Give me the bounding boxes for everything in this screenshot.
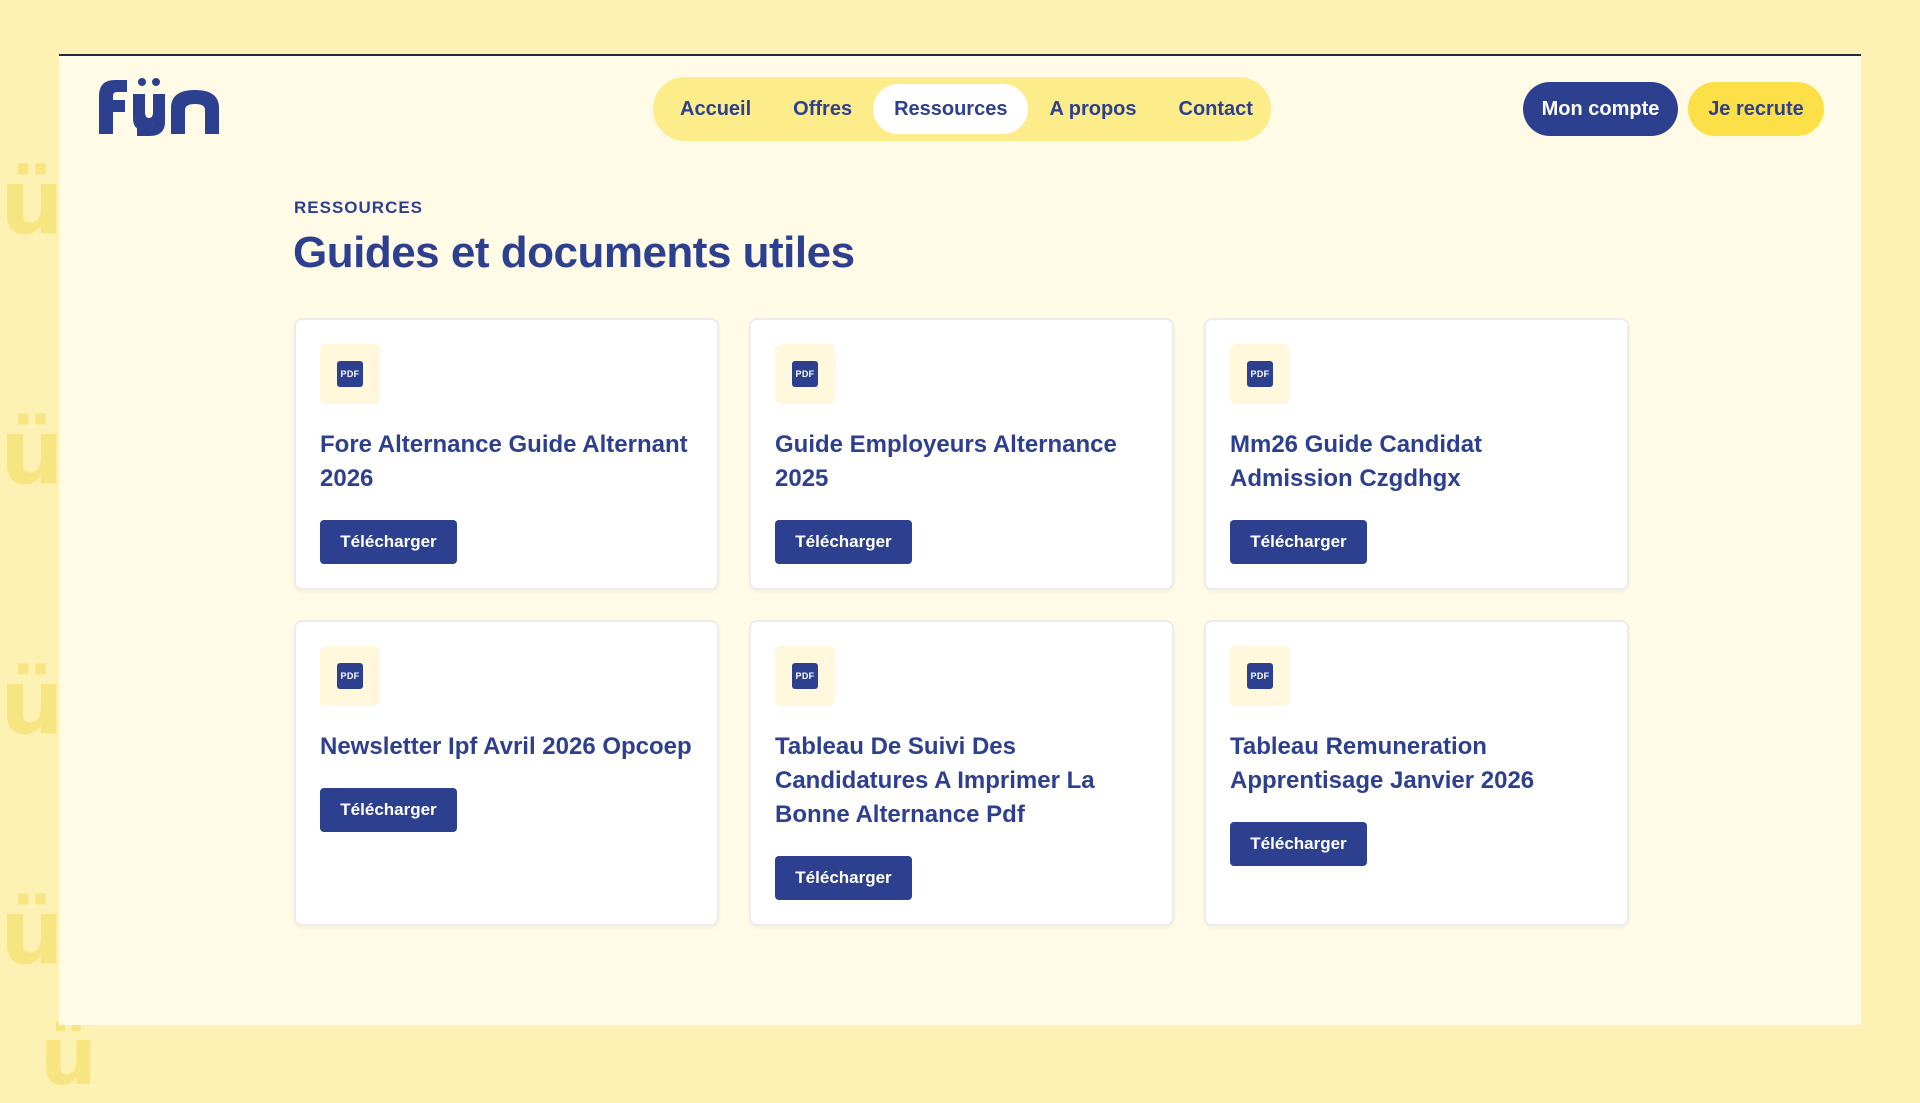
- resource-card: PDF Tableau De Suivi Des Candidatures A …: [749, 620, 1174, 926]
- resource-card: PDF Guide Employeurs Alternance 2025 Tél…: [749, 318, 1174, 590]
- resource-title: Tableau De Suivi Des Candidatures A Impr…: [775, 733, 1095, 828]
- nav-item-a-propos[interactable]: A propos: [1028, 84, 1157, 134]
- main-nav: Accueil Offres Ressources A propos Conta…: [653, 77, 1271, 141]
- resource-title: Tableau Remuneration Apprentisage Janvie…: [1230, 733, 1535, 794]
- my-account-button[interactable]: Mon compte: [1523, 82, 1678, 136]
- pdf-icon-container: PDF: [320, 646, 380, 706]
- recruit-button[interactable]: Je recrute: [1688, 82, 1824, 136]
- background-decoration: ü: [0, 650, 65, 755]
- nav-item-contact[interactable]: Contact: [1158, 84, 1274, 134]
- pdf-icon: PDF: [1247, 361, 1273, 387]
- pdf-icon: PDF: [792, 361, 818, 387]
- pdf-icon: PDF: [337, 663, 363, 689]
- page-frame: Accueil Offres Ressources A propos Conta…: [59, 54, 1861, 1025]
- resource-title: Guide Employeurs Alternance 2025: [775, 431, 1117, 492]
- download-button[interactable]: Télécharger: [775, 520, 912, 564]
- download-button[interactable]: Télécharger: [320, 520, 457, 564]
- pdf-icon-container: PDF: [775, 344, 835, 404]
- pdf-icon-container: PDF: [320, 344, 380, 404]
- pdf-icon-container: PDF: [1230, 344, 1290, 404]
- pdf-icon-container: PDF: [775, 646, 835, 706]
- pdf-icon: PDF: [792, 663, 818, 689]
- fyn-logo[interactable]: [97, 74, 229, 136]
- pdf-icon-container: PDF: [1230, 646, 1290, 706]
- resource-grid: PDF Fore Alternance Guide Alternant 2026…: [294, 318, 1630, 926]
- nav-item-accueil[interactable]: Accueil: [659, 84, 772, 134]
- resource-title: Fore Alternance Guide Alternant 2026: [320, 431, 688, 492]
- nav-item-offres[interactable]: Offres: [772, 84, 873, 134]
- pdf-icon: PDF: [337, 361, 363, 387]
- fyn-logo-icon: [99, 78, 219, 136]
- pdf-icon: PDF: [1247, 663, 1273, 689]
- download-button[interactable]: Télécharger: [320, 788, 457, 832]
- download-button[interactable]: Télécharger: [775, 856, 912, 900]
- section-eyebrow: RESSOURCES: [294, 198, 424, 217]
- nav-item-ressources[interactable]: Ressources: [873, 84, 1029, 134]
- download-button[interactable]: Télécharger: [1230, 822, 1367, 866]
- background-decoration: ü: [0, 880, 65, 985]
- resource-card: PDF Tableau Remuneration Apprentisage Ja…: [1204, 620, 1629, 926]
- resource-title: Mm26 Guide Candidat Admission Czgdhgx: [1230, 431, 1483, 492]
- resource-title: Newsletter Ipf Avril 2026 Opcoep: [320, 733, 692, 760]
- resource-card: PDF Fore Alternance Guide Alternant 2026…: [294, 318, 719, 590]
- background-decoration: ü: [0, 150, 65, 255]
- resource-card: PDF Mm26 Guide Candidat Admission Czgdhg…: [1204, 318, 1629, 590]
- page-title: Guides et documents utiles: [293, 228, 855, 277]
- background-decoration: ü: [0, 400, 65, 505]
- resource-card: PDF Newsletter Ipf Avril 2026 Opcoep Tél…: [294, 620, 719, 926]
- download-button[interactable]: Télécharger: [1230, 520, 1367, 564]
